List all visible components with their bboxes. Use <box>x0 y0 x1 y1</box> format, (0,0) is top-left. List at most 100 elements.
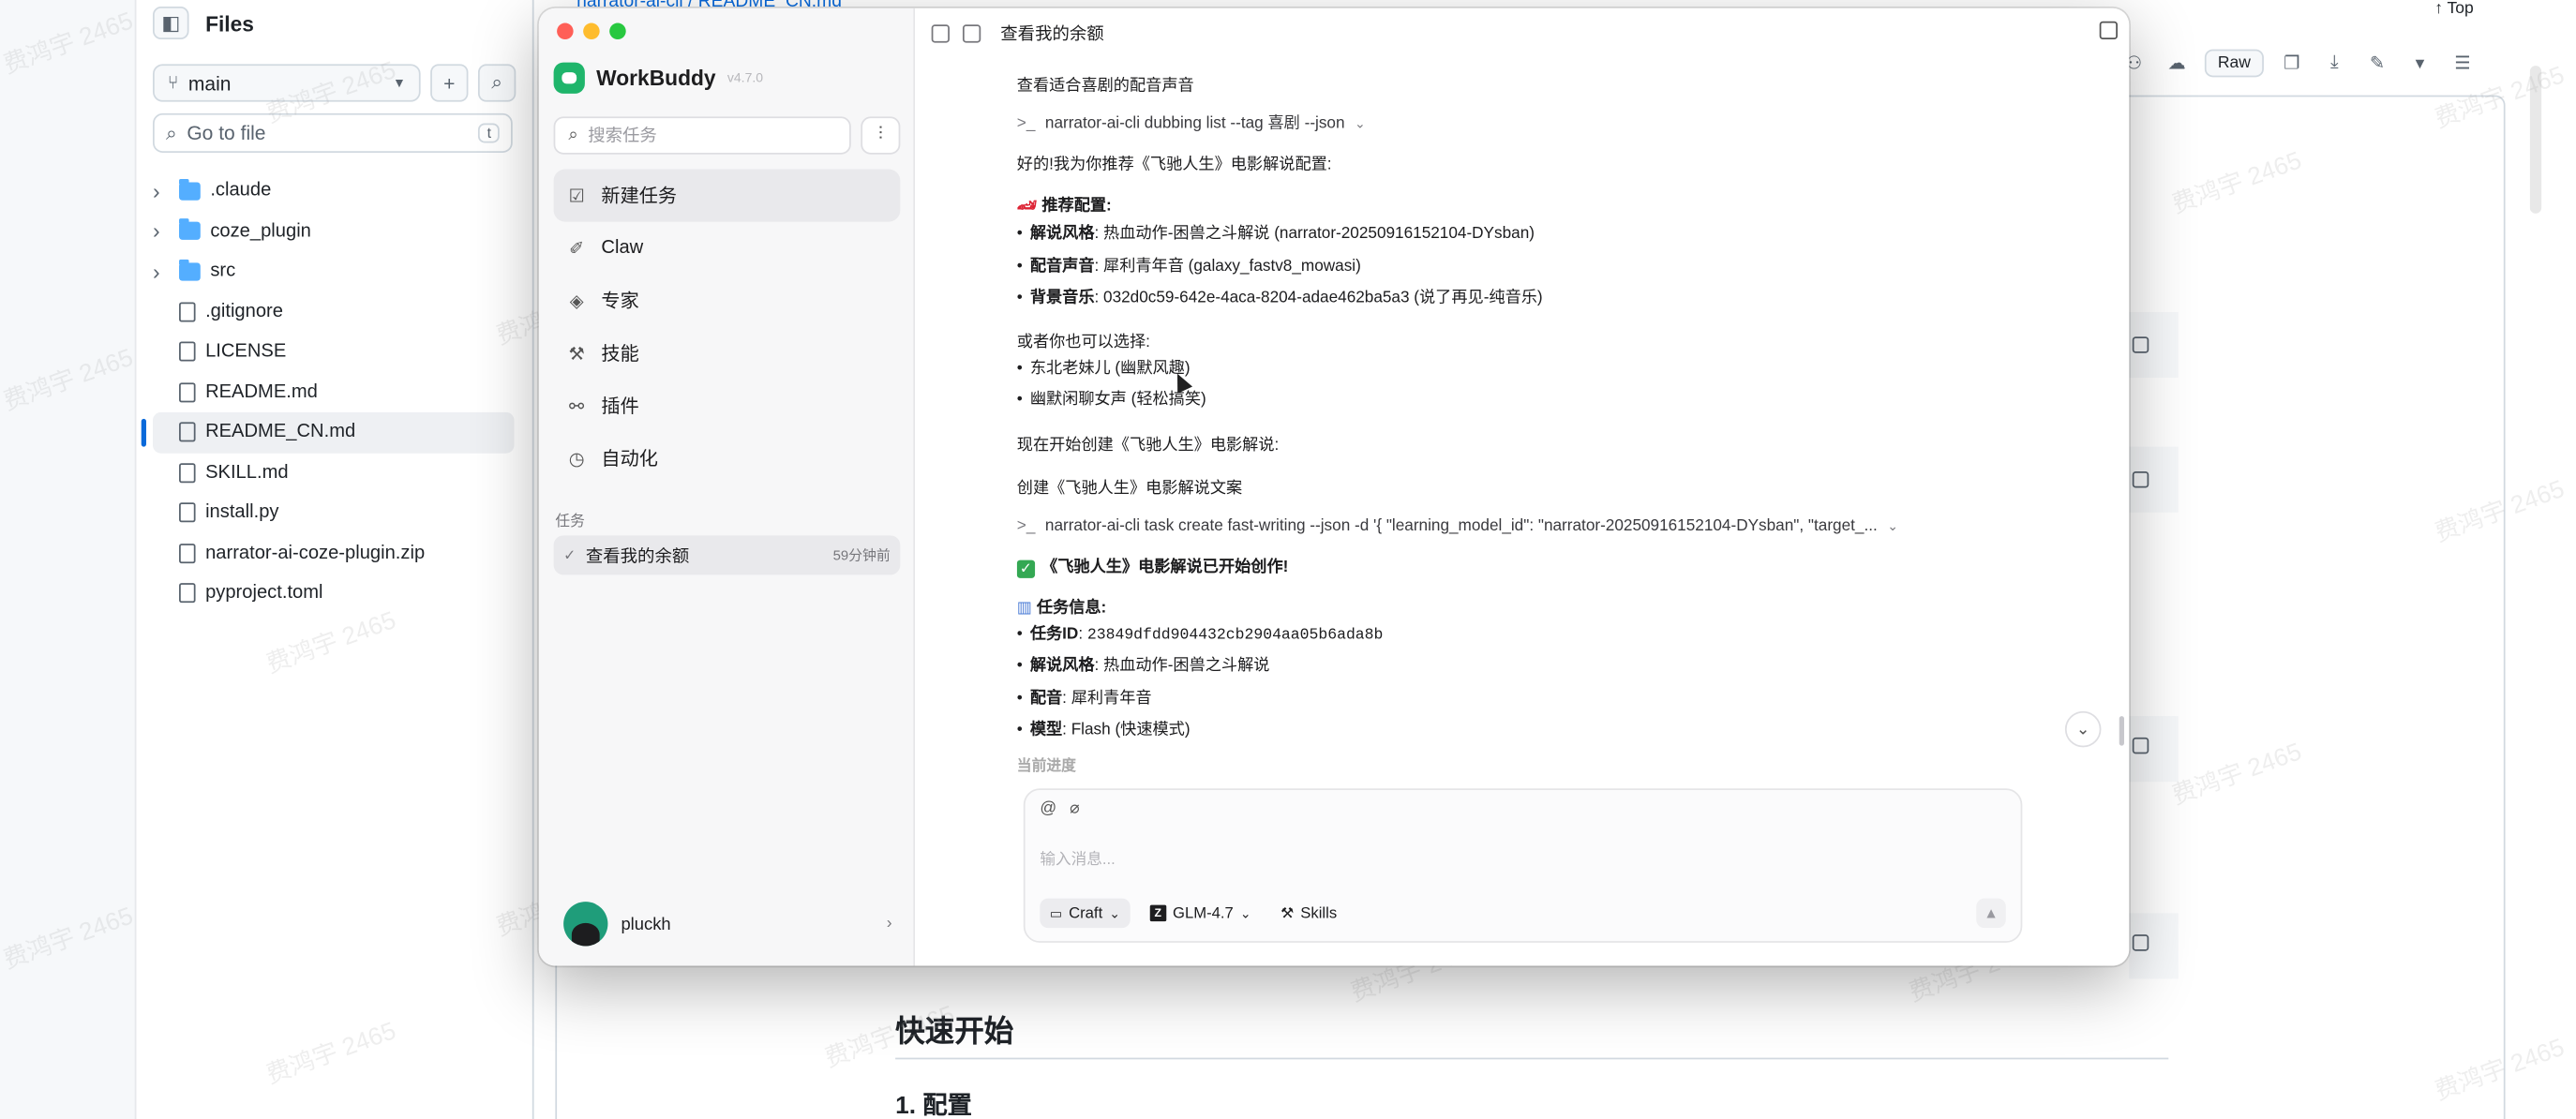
command-line[interactable]: >_ narrator-ai-cli dubbing list --tag 喜剧 … <box>1017 115 1366 135</box>
file-tree-label: narrator-ai-coze-plugin.zip <box>205 543 426 563</box>
claw-icon: ✐ <box>569 238 585 260</box>
collapse-sidebar-button[interactable]: ◧ <box>152 7 189 40</box>
page-scrollbar[interactable] <box>2529 66 2542 214</box>
nav-item[interactable]: ◷ 自动化 <box>554 432 901 485</box>
skills-label: Skills <box>1300 903 1338 923</box>
file-tree-item[interactable]: SKILL.md <box>153 453 515 493</box>
task-check-icon[interactable] <box>962 24 981 43</box>
attach-icon[interactable]: ⌀ <box>1070 799 1080 817</box>
chevron-right-icon[interactable]: › <box>153 219 170 244</box>
nav-item[interactable]: ◈ 专家 <box>554 275 901 327</box>
nav-item[interactable]: ✐ Claw <box>554 222 901 275</box>
nav-item[interactable]: ⚯ 插件 <box>554 380 901 432</box>
file-tree-item[interactable]: › src <box>153 251 515 291</box>
branch-selector[interactable]: ⑂ main ▼ <box>152 64 421 102</box>
skills-icon: ⚒ <box>1281 903 1295 921</box>
heading-quick-start: 快速开始 <box>895 1015 1014 1049</box>
file-tree-item[interactable]: LICENSE <box>153 332 515 372</box>
close-window-button[interactable] <box>557 22 574 40</box>
filter-button[interactable]: ⫶ <box>861 116 901 155</box>
sidebar-icon: ◧ <box>161 11 181 35</box>
truncated-text: 当前进度 <box>1016 756 1076 774</box>
workbuddy-logo <box>553 62 585 94</box>
task-item[interactable]: ✓ 查看我的余额 59分钟前 <box>553 535 901 575</box>
car-icon: 🏎 <box>1016 197 1038 216</box>
task-time: 59分钟前 <box>832 546 891 564</box>
command-text: narrator-ai-cli dubbing list --tag 喜剧 --… <box>1044 114 1345 133</box>
file-tree-label: src <box>210 261 236 282</box>
file-tree-item[interactable]: install.py <box>153 493 515 533</box>
chevron-right-icon[interactable]: › <box>153 179 170 203</box>
copy-icon[interactable]: ❐ <box>2277 48 2307 78</box>
bullet-item: 解说风格: 热血动作-困兽之斗解说 (narrator-202509161521… <box>1017 225 1535 246</box>
zoom-window-button[interactable] <box>609 22 626 40</box>
mode-selector[interactable]: ▭ Craft ⌄ <box>1040 898 1131 929</box>
file-tree-label: README_CN.md <box>205 422 356 442</box>
user-menu[interactable]: pluckh › <box>563 902 892 947</box>
file-tree-item[interactable]: README_CN.md <box>141 411 515 453</box>
top-link[interactable]: ↑ Top <box>2434 0 2474 18</box>
chevron-down-icon: ⌄ <box>1887 518 1899 534</box>
nav-label: 专家 <box>601 291 639 312</box>
copy-icon[interactable] <box>2132 737 2149 754</box>
chat-text: 好的!我为你推荐《飞驰人生》电影解说配置: <box>1016 156 1332 174</box>
toggle-sidebar-icon[interactable] <box>931 24 950 43</box>
task-search-placeholder: 搜索任务 <box>588 126 657 146</box>
nav-label: 新建任务 <box>601 186 678 207</box>
right-panel-icon[interactable] <box>2099 21 2118 40</box>
file-tree-item[interactable]: › coze_plugin <box>153 211 515 251</box>
copy-icon[interactable] <box>2132 470 2149 488</box>
minimize-window-button[interactable] <box>583 22 600 40</box>
arrow-up-icon: ↑ <box>2434 0 2448 19</box>
file-tree-item[interactable]: .gitignore <box>153 291 515 332</box>
branch-name: main <box>187 71 232 95</box>
file-icon <box>179 543 196 563</box>
conversation-header: 查看我的余额 <box>931 22 1104 46</box>
chat-step: 查看适合喜剧的配音声音 <box>1016 77 1194 96</box>
chat-scrollbar[interactable] <box>2119 716 2124 746</box>
bullet-item: 配音声音: 犀利青年音 (galaxy_fastv8_mowasi) <box>1017 257 1361 277</box>
file-tree-label: coze_plugin <box>210 221 311 242</box>
message-input[interactable]: 输入消息... <box>1040 846 1115 869</box>
chevron-right-icon: › <box>886 915 892 933</box>
raw-button[interactable]: Raw <box>2204 48 2264 77</box>
chevron-down-icon: ⌄ <box>1239 905 1251 921</box>
file-tree-item[interactable]: pyproject.toml <box>153 574 515 614</box>
cloud-icon[interactable]: ☁ <box>2162 48 2192 78</box>
scroll-to-bottom-button[interactable]: ⌄ <box>2064 710 2102 748</box>
bullet-value: : 热血动作-困兽之斗解说 <box>1094 657 1270 676</box>
bullet-key: 模型 <box>1029 721 1063 739</box>
chevron-down-icon[interactable]: ▾ <box>2405 48 2435 78</box>
add-file-button[interactable]: + <box>430 64 469 102</box>
plugin-icon: ⚯ <box>569 396 585 417</box>
model-selector[interactable]: Z GLM-4.7 ⌄ <box>1140 899 1261 929</box>
mention-icon[interactable]: @ <box>1040 799 1056 817</box>
branch-icon: ⑂ <box>167 72 179 94</box>
chevron-right-icon[interactable]: › <box>153 259 170 283</box>
command-line[interactable]: >_ narrator-ai-cli task create fast-writi… <box>1017 517 1898 537</box>
outline-icon[interactable]: ☰ <box>2448 48 2478 78</box>
nav-label: 自动化 <box>601 450 658 470</box>
chevron-down-icon: ⌄ <box>2075 720 2090 739</box>
info-key: 任务ID <box>1029 625 1079 644</box>
file-tree-item[interactable]: › .claude <box>153 171 515 211</box>
nav-item[interactable]: ⚒ 技能 <box>554 327 901 380</box>
file-tree-label: install.py <box>205 502 279 523</box>
download-icon[interactable]: ⤓ <box>2320 48 2350 78</box>
copy-icon[interactable] <box>2132 336 2149 353</box>
nav-item[interactable]: ☑ 新建任务 <box>553 169 901 222</box>
search-files-button[interactable]: ⌕ <box>477 64 517 102</box>
skills-button[interactable]: ⚒ Skills <box>1271 899 1347 929</box>
bullet-item: 解说风格: 热血动作-困兽之斗解说 <box>1017 657 1270 678</box>
send-button[interactable]: ▲ <box>1976 898 2006 929</box>
file-tree-item[interactable]: README.md <box>153 372 515 412</box>
go-to-file-input[interactable]: ⌕ Go to file t <box>152 112 513 153</box>
file-tree-item[interactable]: narrator-ai-coze-plugin.zip <box>153 533 515 574</box>
copy-icon[interactable] <box>2132 934 2149 951</box>
task-search-input[interactable]: ⌕ 搜索任务 <box>553 116 851 155</box>
edit-icon[interactable]: ✎ <box>2362 48 2392 78</box>
user-name: pluckh <box>621 914 671 934</box>
new-task-icon: ☑ <box>568 186 585 206</box>
bullet-item: 模型: Flash (快速模式) <box>1017 721 1191 741</box>
chevron-down-icon: ⌄ <box>1109 905 1120 921</box>
